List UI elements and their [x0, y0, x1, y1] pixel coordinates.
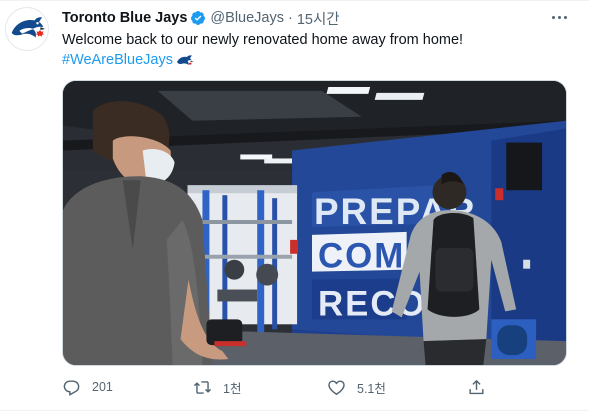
- like-button[interactable]: 5.1천: [327, 374, 386, 400]
- tweet-actions: 201 1천 5.1천: [62, 374, 492, 400]
- hashtag-link[interactable]: #WeAreBlueJays: [62, 50, 173, 70]
- share-icon: [469, 379, 484, 394]
- like-count: 5.1천: [357, 381, 386, 396]
- display-name[interactable]: Toronto Blue Jays: [62, 10, 187, 26]
- video-thumbnail[interactable]: PREPAR COMP RECO: [62, 80, 567, 366]
- retweet-icon: [193, 380, 212, 394]
- blue-jays-logo: [6, 8, 48, 50]
- retweet-count: 1천: [223, 381, 242, 396]
- tweet-card[interactable]: Toronto Blue Jays @BlueJays · 15시간 Welco…: [0, 0, 589, 411]
- separator-dot: ·: [287, 10, 293, 26]
- user-handle[interactable]: @BlueJays: [210, 10, 284, 26]
- verified-badge-icon: [190, 10, 206, 26]
- divider: [0, 0, 589, 1]
- share-button[interactable]: [467, 374, 486, 400]
- clubhouse-video-frame: PREPAR COMP RECO: [63, 81, 566, 365]
- avatar[interactable]: [5, 7, 49, 51]
- blue-jays-hashflag-icon: [176, 53, 194, 67]
- tweet-text: Welcome back to our newly renovated home…: [62, 32, 464, 48]
- heart-icon: [328, 379, 345, 395]
- timestamp[interactable]: 15시간: [297, 8, 340, 29]
- hashtag-line: #WeAreBlueJays: [62, 50, 194, 70]
- reply-count: 201: [92, 380, 113, 394]
- retweet-button[interactable]: 1천: [193, 374, 241, 400]
- tweet-header: Toronto Blue Jays @BlueJays · 15시간: [62, 8, 340, 28]
- more-dots-icon[interactable]: [547, 6, 571, 28]
- reply-button[interactable]: 201: [62, 374, 113, 400]
- reply-icon: [63, 379, 80, 396]
